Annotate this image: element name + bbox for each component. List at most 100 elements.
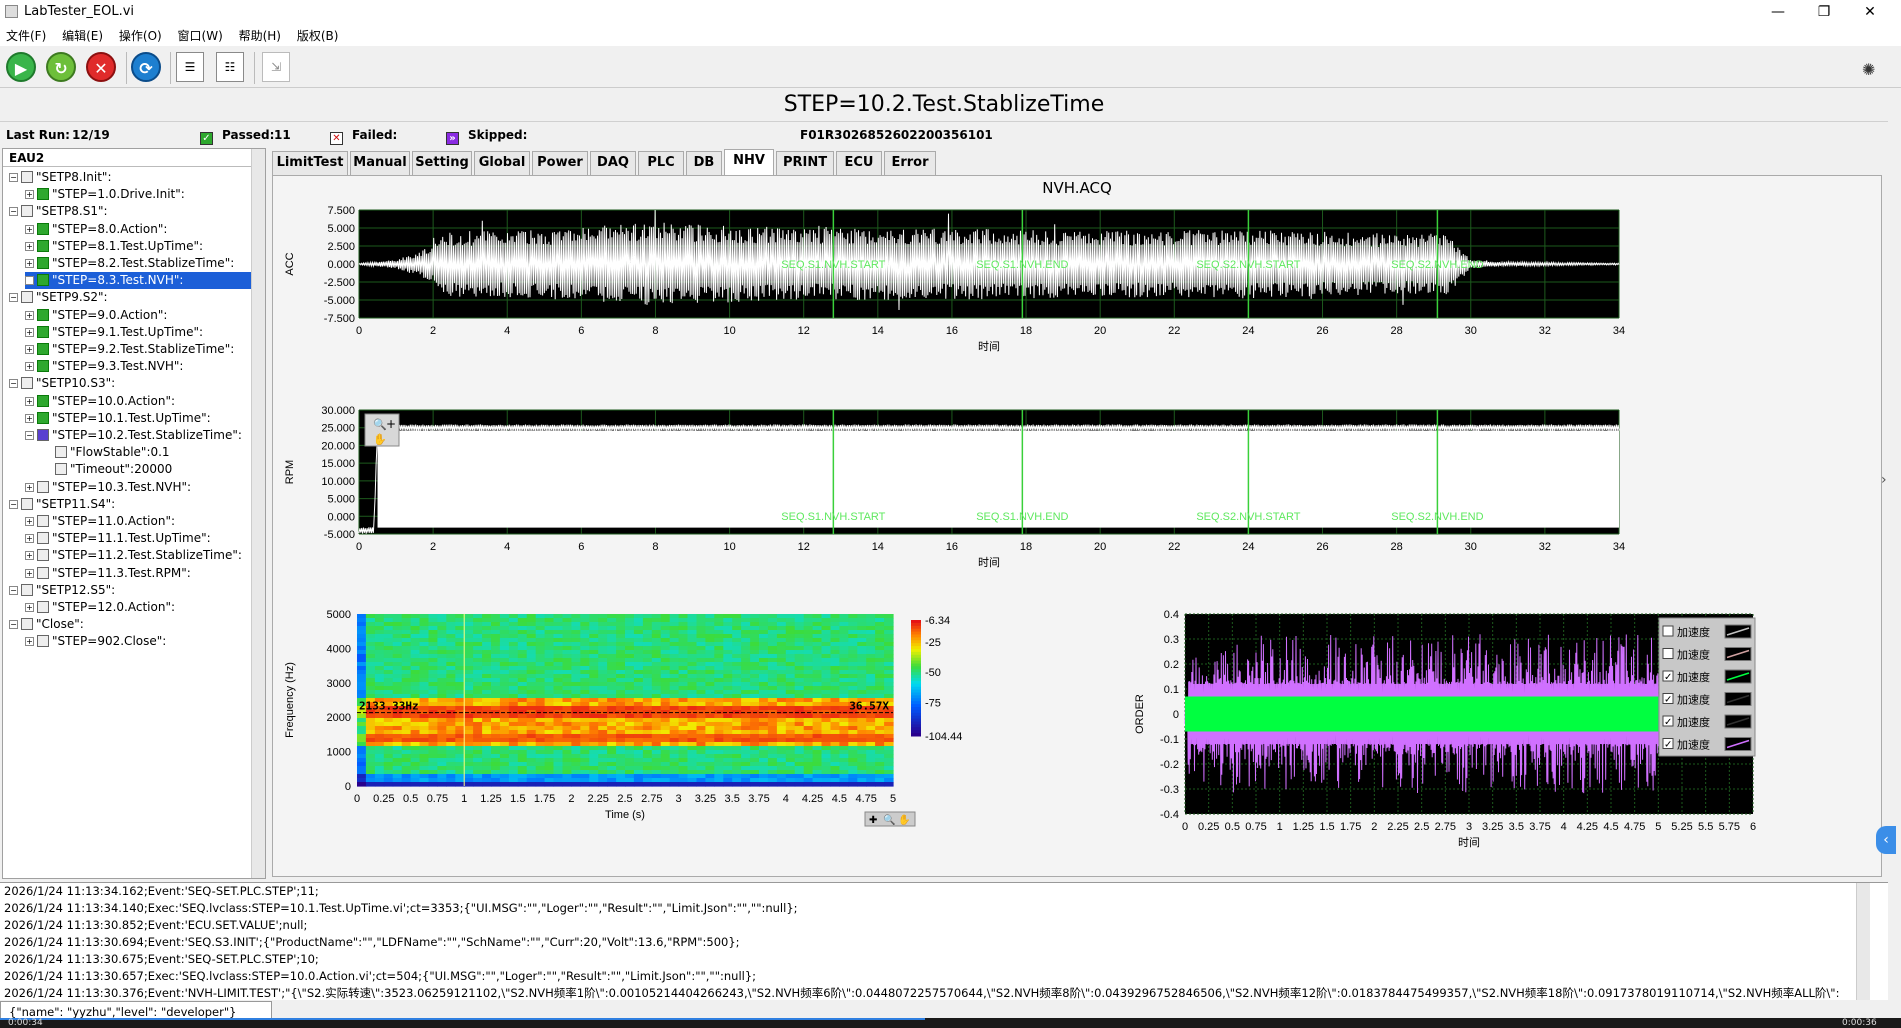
tree-node[interactable]: − "SETP10.S3": bbox=[9, 375, 115, 392]
minimize-button[interactable]: — bbox=[1755, 0, 1801, 24]
expander-icon[interactable]: − bbox=[9, 620, 18, 630]
expander-icon[interactable]: − bbox=[25, 431, 34, 440]
tree-node[interactable]: + "STEP=10.0.Action": bbox=[25, 393, 175, 410]
menu-operate[interactable]: 操作(O) bbox=[113, 24, 168, 44]
spectrogram-cell bbox=[732, 746, 742, 751]
expander-icon[interactable]: + bbox=[25, 534, 34, 544]
tree-node[interactable]: − "SETP8.Init": bbox=[9, 169, 111, 186]
tab-ecu[interactable]: ECU bbox=[836, 151, 882, 175]
expander-icon[interactable]: + bbox=[25, 396, 34, 406]
tree-node[interactable]: + "STEP=10.3.Test.NVH": bbox=[25, 479, 191, 496]
video-progress-bar[interactable]: 0:00:34 0:00:36 bbox=[0, 1018, 1901, 1028]
tab-db[interactable]: DB bbox=[686, 151, 722, 175]
expander-icon[interactable]: + bbox=[25, 551, 34, 561]
tab-daq[interactable]: DAQ bbox=[590, 151, 636, 175]
tree-node[interactable]: − "STEP=10.2.Test.StablizeTime": bbox=[25, 427, 242, 444]
menu-file[interactable]: 文件(F) bbox=[0, 24, 52, 44]
expander-icon[interactable]: − bbox=[9, 293, 18, 303]
abort-icon[interactable]: ✕ bbox=[86, 52, 116, 82]
spectrogram-cell bbox=[884, 654, 894, 659]
close-window-button[interactable]: ✕ bbox=[1847, 0, 1893, 24]
spectrogram-cell bbox=[419, 678, 429, 683]
tree-node[interactable]: − "Close": bbox=[9, 616, 84, 633]
expander-icon[interactable]: − bbox=[9, 499, 18, 509]
panel-collapse-icon[interactable]: › bbox=[1881, 472, 1895, 492]
menu-window[interactable]: 窗口(W) bbox=[172, 24, 229, 44]
tab-global[interactable]: Global bbox=[474, 151, 530, 175]
tree-node[interactable]: − "SETP8.S1": bbox=[9, 203, 108, 220]
tree-node[interactable]: + "STEP=8.2.Test.StablizeTime": bbox=[25, 255, 234, 272]
expander-icon[interactable]: + bbox=[25, 517, 34, 526]
expander-icon[interactable]: + bbox=[25, 637, 34, 647]
spectrogram-cell bbox=[884, 622, 894, 627]
tree-node[interactable]: − "SETP12.S5": bbox=[9, 582, 115, 599]
tree-node[interactable]: + "STEP=12.0.Action": bbox=[25, 599, 175, 616]
expander-icon[interactable]: − bbox=[9, 379, 18, 389]
tab-manual[interactable]: Manual bbox=[350, 151, 410, 175]
expander-icon[interactable]: + bbox=[25, 259, 34, 268]
sequence-edit-icon[interactable]: ☷ bbox=[216, 52, 244, 82]
tab-nhv[interactable]: NHV bbox=[724, 149, 774, 175]
tab-limittest[interactable]: LimitTest bbox=[272, 151, 348, 175]
expander-icon[interactable]: + bbox=[25, 310, 34, 320]
expander-icon[interactable]: + bbox=[25, 603, 34, 612]
tab-plc[interactable]: PLC bbox=[638, 151, 684, 175]
tree-node[interactable]: + "STEP=9.2.Test.StablizeTime": bbox=[25, 341, 234, 358]
expander-icon[interactable]: + bbox=[25, 190, 34, 200]
expander-icon[interactable]: + bbox=[25, 327, 34, 337]
log-scrollbar[interactable] bbox=[1856, 883, 1870, 1000]
menu-edit[interactable]: 编辑(E) bbox=[56, 24, 109, 44]
tree-node[interactable]: + "STEP=9.0.Action": bbox=[25, 307, 167, 324]
colorbar-cell bbox=[911, 675, 921, 679]
spectrogram-cell bbox=[365, 726, 376, 731]
sequence-list-icon[interactable]: ☰ bbox=[176, 52, 204, 82]
expander-icon[interactable]: − bbox=[9, 173, 18, 182]
tree-node[interactable]: + "STEP=8.1.Test.UpTime": bbox=[25, 238, 203, 255]
side-expand-button[interactable]: ‹ bbox=[1876, 826, 1896, 854]
expander-icon[interactable]: − bbox=[9, 207, 18, 217]
menu-copyright[interactable]: 版权(B) bbox=[291, 24, 345, 44]
tab-setting[interactable]: Setting bbox=[412, 151, 472, 175]
tab-print[interactable]: PRINT bbox=[776, 151, 834, 175]
run-continuous-icon[interactable]: ↻ bbox=[46, 52, 76, 82]
expander-icon[interactable]: + bbox=[25, 413, 34, 423]
spectrogram-cell bbox=[857, 726, 867, 731]
spectrogram-cell bbox=[660, 766, 671, 771]
expander-icon[interactable]: + bbox=[25, 345, 34, 354]
tree-node[interactable]: + "STEP=1.0.Drive.Init": bbox=[25, 186, 185, 203]
tree-scrollbar[interactable] bbox=[251, 149, 265, 878]
event-log[interactable]: 2026/1/24 11:13:34.162;Event:'SEQ-SET.PL… bbox=[0, 882, 1888, 1000]
tree-node[interactable]: + "STEP=9.3.Test.NVH": bbox=[25, 358, 183, 375]
tree-node[interactable]: + "STEP=11.0.Action": bbox=[25, 513, 175, 530]
tree-node[interactable]: + "STEP=8.0.Action": bbox=[25, 221, 167, 238]
tree-node[interactable]: + "STEP=11.1.Test.UpTime": bbox=[25, 530, 211, 547]
tree-node[interactable]: "Timeout":20000 bbox=[55, 461, 172, 478]
expander-icon[interactable]: + bbox=[25, 276, 34, 286]
tree-node[interactable]: + "STEP=8.3.Test.NVH": bbox=[25, 272, 251, 290]
tree-node[interactable]: + "STEP=10.1.Test.UpTime": bbox=[25, 410, 211, 427]
restore-button[interactable]: ❐ bbox=[1801, 0, 1847, 24]
expander-icon[interactable]: + bbox=[25, 568, 34, 578]
menu-help[interactable]: 帮助(H) bbox=[233, 24, 287, 44]
sequence-tree[interactable]: EAU2 − "SETP8.Init": + "STEP=1.0.Drive.Init… bbox=[2, 148, 266, 879]
expander-icon[interactable]: − bbox=[9, 585, 18, 595]
expander-icon[interactable]: + bbox=[25, 362, 34, 372]
tab-error[interactable]: Error bbox=[884, 151, 936, 175]
spectrogram-cell bbox=[562, 678, 572, 683]
spectrogram-cell bbox=[508, 734, 519, 739]
refresh-icon[interactable]: ⟳ bbox=[131, 52, 161, 82]
tab-power[interactable]: Power bbox=[532, 151, 588, 175]
tree-node[interactable]: + "STEP=902.Close": bbox=[25, 633, 166, 650]
expander-icon[interactable]: + bbox=[25, 224, 34, 234]
tree-node[interactable]: "FlowStable":0.1 bbox=[55, 444, 170, 461]
spectrogram-cell bbox=[741, 754, 751, 759]
run-icon[interactable]: ▶ bbox=[6, 52, 36, 82]
tree-node[interactable]: + "STEP=11.3.Test.RPM": bbox=[25, 565, 191, 582]
export-icon[interactable]: ⇲ bbox=[262, 52, 290, 82]
expander-icon[interactable]: + bbox=[25, 241, 34, 251]
tree-node[interactable]: + "STEP=9.1.Test.UpTime": bbox=[25, 324, 203, 341]
tree-node[interactable]: + "STEP=11.2.Test.StablizeTime": bbox=[25, 547, 242, 564]
expander-icon[interactable]: + bbox=[25, 482, 34, 492]
tree-node[interactable]: − "SETP11.S4": bbox=[9, 496, 115, 513]
tree-node[interactable]: − "SETP9.S2": bbox=[9, 289, 108, 306]
